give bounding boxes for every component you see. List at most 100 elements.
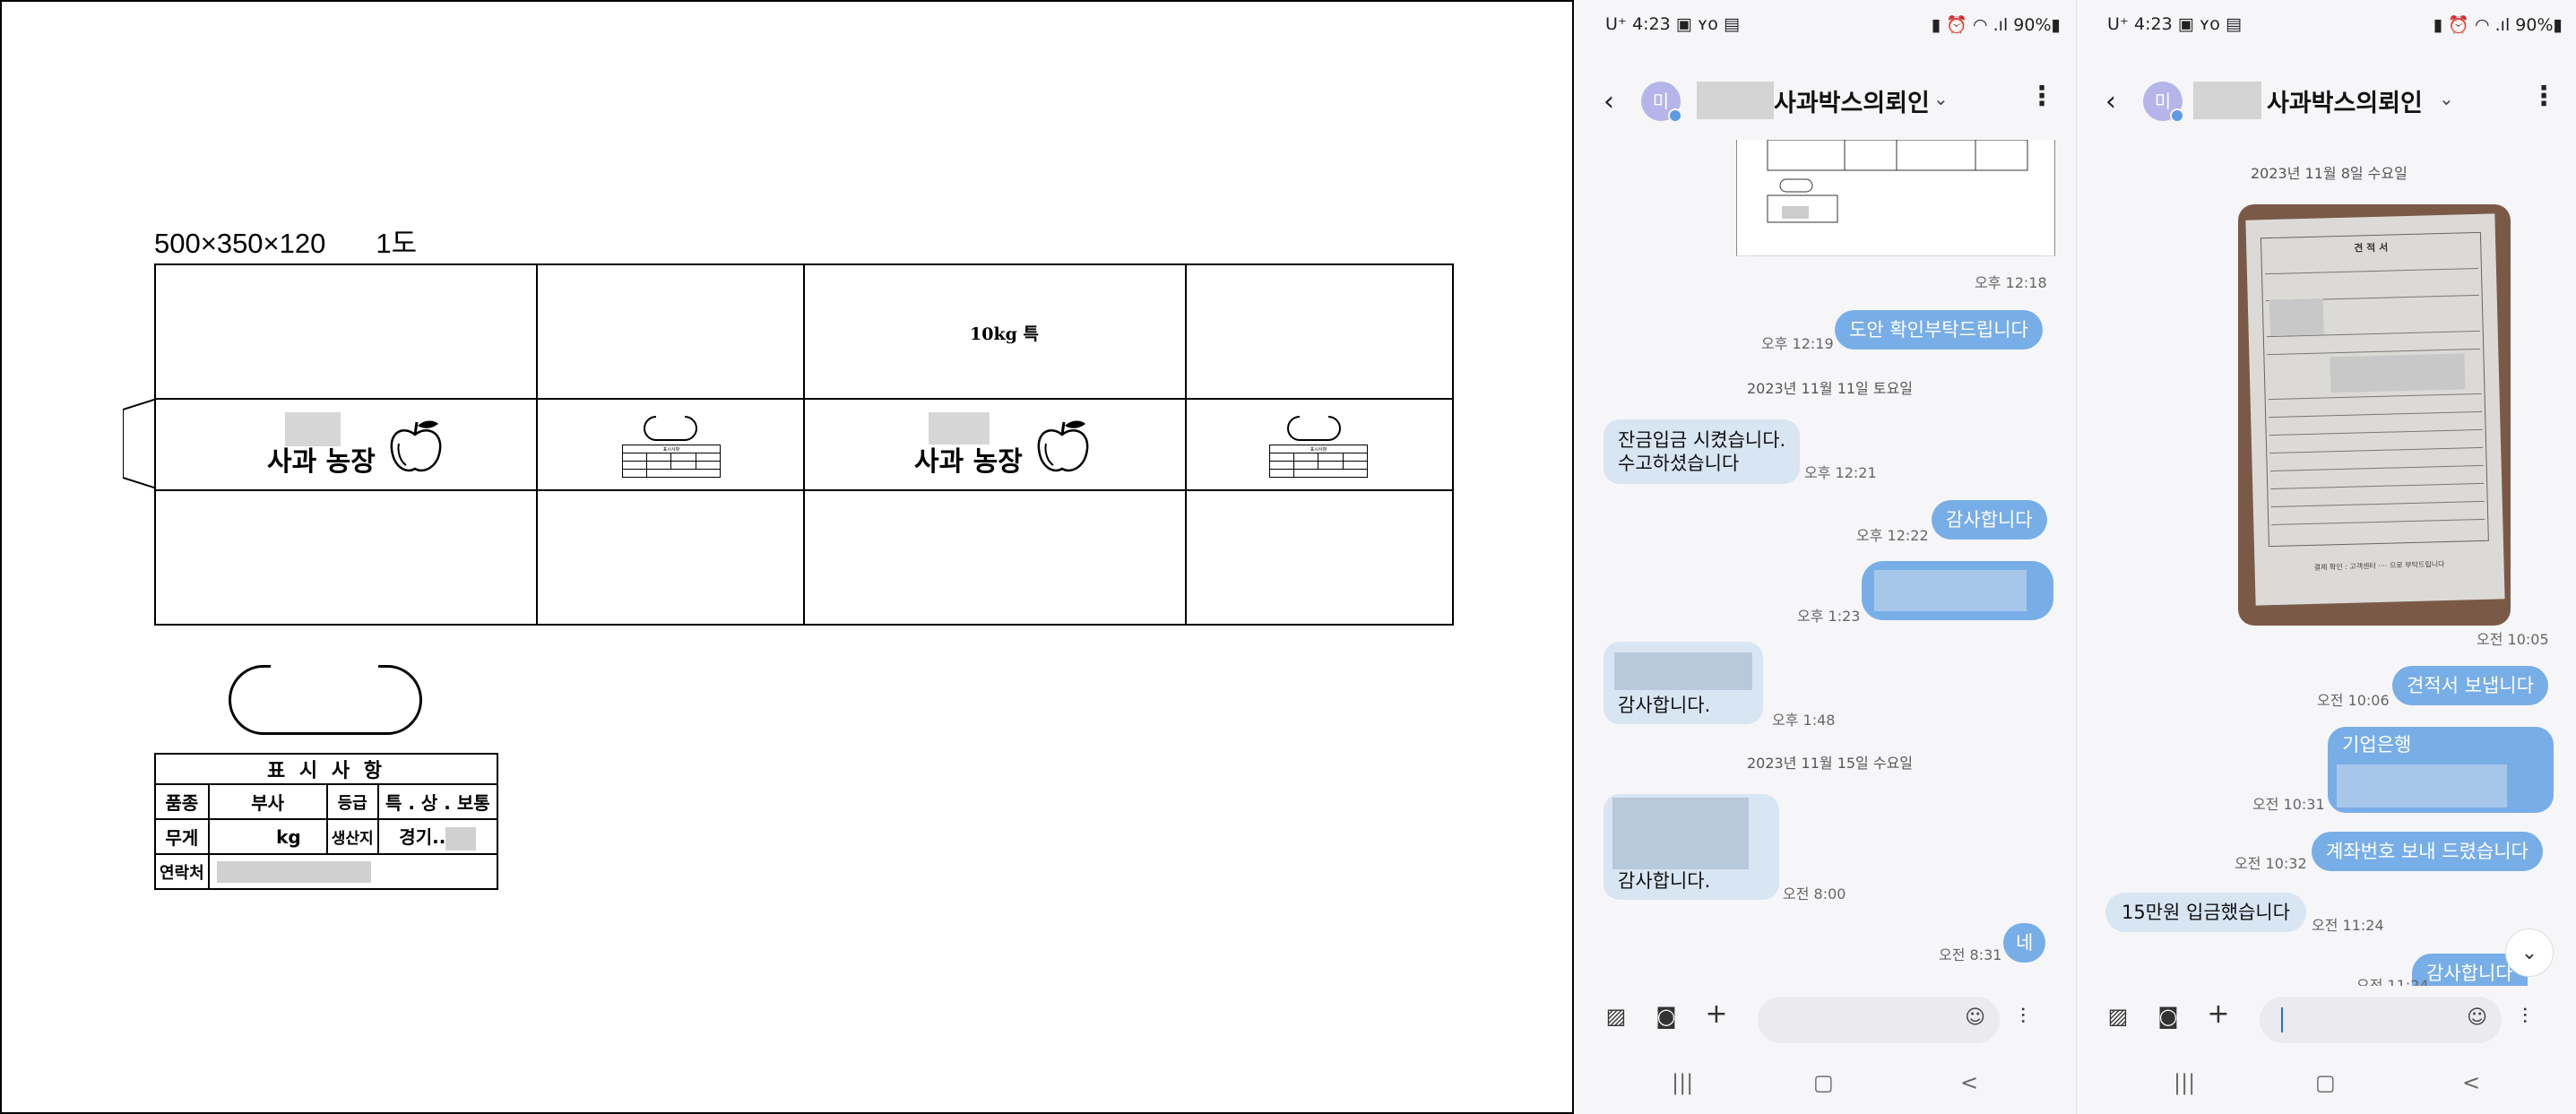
voice-icon[interactable]: ⫶ [2009,1004,2037,1029]
message-text: 기업은행 [2342,734,2412,756]
message-input-bar: ▨ ◙ + ☺ ⫶ [1575,986,2077,1050]
notification-icons: ▣ ʏᴏ ▤ [1675,14,1740,34]
avatar[interactable]: 미 [2143,82,2184,123]
dimension-text: 500×350×120 [154,228,326,259]
contact-name[interactable]: 사과박스의뢰인 [2267,83,2423,118]
timestamp: 오전 10:06 [2317,692,2390,709]
outgoing-message[interactable]: 감사합니다 [1932,500,2047,540]
system-icons: ▮ ⏰ ◠ .ıl [2433,15,2511,35]
more-options-icon[interactable]: ⋮ [2028,81,2055,112]
incoming-message[interactable]: 감사합니다. [1604,794,1779,900]
redacted-block [1874,570,2027,611]
die-panel-bottom-2 [536,489,805,626]
message-input[interactable]: ☺ [2260,997,2502,1043]
plus-icon[interactable]: + [1702,998,1731,1030]
voice-icon[interactable]: ⫶ [2511,1004,2539,1029]
avatar[interactable]: 미 [1641,82,1682,123]
redacted-block [2337,764,2507,807]
navigation-bar: ||| ▢ < [2077,1063,2576,1108]
die-panel-bottom-1 [154,489,538,626]
message-text: 감사합니다. [1618,870,1711,892]
plus-icon[interactable]: + [2204,998,2233,1030]
outgoing-message-redacted[interactable] [1862,561,2053,620]
outgoing-message-bank[interactable]: 기업은행 [2328,727,2554,813]
status-bar: U⁺ 4:23 ▣ ʏᴏ ▤ ▮ ⏰ ◠ .ıl 90%▮ [2077,13,2576,41]
status-bar: U⁺ 4:23 ▣ ʏᴏ ▤ ▮ ⏰ ◠ .ıl 90%▮ [1575,13,2077,41]
clock: 4:23 [1631,14,1671,34]
die-panel-mid-3: 사과 농장 [803,398,1187,491]
conversation-header: ‹ 미 사과박스의뢰인 ⌄ ⋮ [1575,68,2077,133]
label-cell: 부사 [207,783,328,820]
farm-logo-text: 사과 농장 [267,446,376,478]
contact-cell [207,853,499,890]
die-panel-top-4 [1185,263,1454,400]
box-drawing-document: 500×350×120 1도 10kg 특 사과 농장 표시사항 사과 농장 표시… [0,0,1574,1114]
timestamp: 오전 8:00 [1783,885,1846,902]
display-label-table: 표 시 사 항 품종 부사 등급 특 . 상 . 보통 무게 kg 생산지 경기… [154,753,499,890]
image-message[interactable] [1736,139,2055,257]
die-panel-mid-4: 표시사항 [1185,398,1454,491]
incoming-message[interactable]: 잔금입금 시켰습니다. 수고하셨습니다 [1604,419,1801,484]
status-left: U⁺ 4:23 ▣ ʏᴏ ▤ [2107,14,2242,34]
emoji-icon[interactable]: ☺ [2467,1006,2487,1029]
back-arrow-icon[interactable]: ‹ [2105,86,2116,117]
outgoing-message[interactable]: 도안 확인부탁드립니다 [1835,310,2043,350]
camera-icon[interactable]: ◙ [2154,1004,2183,1029]
incoming-message[interactable]: 15만원 입금했습니다 [2105,893,2306,932]
label-cell: 특 . 상 . 보통 [376,783,499,820]
label-cell: 등급 [325,783,379,820]
message-text: 감사합니다. [1618,695,1711,716]
mini-label-table: 표시사항 [1268,445,1369,478]
timestamp: 오전 8:31 [1939,946,2002,963]
date-separator: 2023년 11월 8일 수요일 [2251,165,2407,182]
timestamp: 오후 12:19 [1761,335,1834,352]
timestamp: 오후 12:22 [1856,527,1929,544]
recents-button[interactable]: ||| [2174,1070,2195,1095]
back-button[interactable]: < [1960,1070,1978,1095]
text-caret [2281,1007,2283,1032]
die-panel-bottom-4 [1185,489,1454,626]
home-button[interactable]: ▢ [2315,1070,2336,1095]
contact-name[interactable]: 사과박스의뢰인 [1774,83,1930,118]
phone-screen-left: U⁺ 4:23 ▣ ʏᴏ ▤ ▮ ⏰ ◠ .ıl 90%▮ ‹ 미 사과박스의뢰… [1575,0,2077,1114]
redacted-name [1697,82,1774,119]
status-dot [1668,108,1682,123]
outgoing-message[interactable]: 네 [2003,923,2046,963]
back-arrow-icon[interactable]: ‹ [1604,86,1614,117]
home-button[interactable]: ▢ [1813,1070,1834,1095]
outgoing-message[interactable]: 계좌번호 보내 드렸습니다 [2312,832,2543,871]
camera-icon[interactable]: ◙ [1652,1004,1681,1029]
die-panel-top-1 [154,263,538,400]
apple-icon [390,420,442,472]
die-panel-mid-1: 사과 농장 [154,398,538,491]
redacted-block [1612,798,1749,869]
die-panel-top-3: 10kg 특 [803,263,1187,400]
recents-button[interactable]: ||| [1672,1070,1693,1095]
chevron-down-icon[interactable]: ⌄ [1933,88,1949,109]
avatar-initial: 미 [1652,91,1670,112]
redacted-block [216,861,371,884]
gallery-icon[interactable]: ▨ [2104,1004,2132,1029]
image-message-estimate[interactable]: 견 적 서 결제 확인 : 고객센터 ···· 으로 부탁드립니다 [2238,204,2511,626]
phone-screen-right: U⁺ 4:23 ▣ ʏᴏ ▤ ▮ ⏰ ◠ .ıl 90%▮ ‹ 미 사과박스의뢰… [2076,0,2576,1114]
more-options-icon[interactable]: ⋮ [2530,81,2557,112]
timestamp: 오후 1:23 [1797,608,1861,625]
back-button[interactable]: < [2462,1070,2480,1095]
system-icons: ▮ ⏰ ◠ .ıl [1931,15,2009,35]
date-separator: 2023년 11월 15일 수요일 [1747,755,1914,772]
emoji-icon[interactable]: ☺ [1965,1006,1985,1029]
gallery-icon[interactable]: ▨ [1602,1004,1630,1029]
incoming-message[interactable]: 감사합니다. [1604,642,1763,724]
avatar-initial: 미 [2154,91,2172,112]
drawing-thumbnail [1753,139,2042,257]
label-cell: 생산지 [325,818,379,855]
redacted-block [445,826,477,851]
apple-icon [1037,420,1089,472]
message-input[interactable]: ☺ [1758,997,2000,1043]
redacted-block [2269,298,2324,337]
chevron-down-icon[interactable]: ⌄ [2439,88,2454,109]
farm-logo: 사과 농장 [914,414,1091,479]
battery-level: 90% [2515,15,2554,35]
outgoing-message[interactable]: 견적서 보냅니다 [2392,666,2548,705]
scroll-down-icon[interactable]: ⌄ [2505,928,2554,977]
